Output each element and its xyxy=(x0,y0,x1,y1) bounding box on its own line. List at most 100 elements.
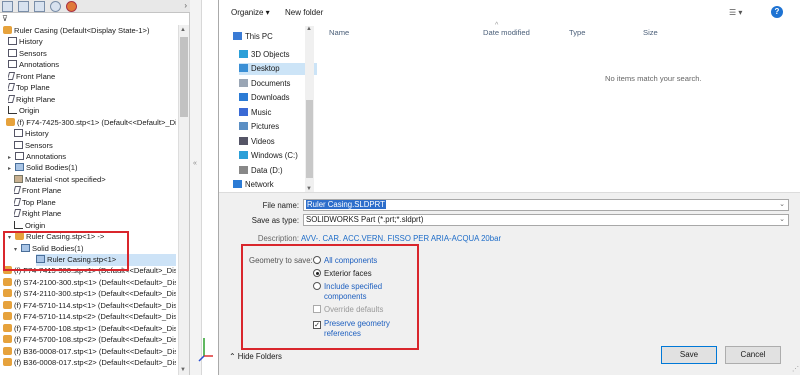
feature-tree-scrollbar[interactable]: ▲ ▼ xyxy=(178,25,189,375)
part-icon xyxy=(3,300,12,309)
resize-grip-icon[interactable]: ⋰ xyxy=(792,365,799,373)
tree-item-front-plane[interactable]: Front Plane xyxy=(8,71,176,83)
tree-item-sensors[interactable]: Sensors xyxy=(14,140,176,152)
tree-item-label: (f) F74-7425-300.stp<1> (Default<<Defaul… xyxy=(17,117,176,127)
organize-menu[interactable]: Organize ▾ xyxy=(231,8,270,17)
tree-item-label: History xyxy=(25,129,49,139)
feature-tree-tab-icon[interactable] xyxy=(2,1,13,12)
view-options-icon[interactable]: ☰ ▾ xyxy=(729,8,742,17)
tree-item-annotations[interactable]: ▸ Annotations xyxy=(8,151,176,163)
save-as-type-value: SOLIDWORKS Part (*.prt;*.sldprt) xyxy=(306,215,424,224)
dimxpert-tab-icon[interactable] xyxy=(50,1,61,12)
tree-item-history[interactable]: History xyxy=(8,36,176,48)
panel-splitter[interactable]: « xyxy=(190,0,202,375)
part-icon xyxy=(6,117,15,126)
ann-icon xyxy=(8,48,17,57)
save-as-type-select[interactable]: SOLIDWORKS Part (*.prt;*.sldprt) ⌄ xyxy=(303,214,789,226)
tree-item-annotations[interactable]: Annotations xyxy=(8,59,176,71)
music-icon xyxy=(239,107,248,116)
plane-icon xyxy=(14,209,22,218)
save-fields-area: File name: Ruler Casing.SLDPRT ⌄ Save as… xyxy=(219,192,800,375)
tree-item-label: Front Plane xyxy=(16,71,56,81)
column-header-type[interactable]: Type xyxy=(569,28,585,37)
tree-item-top-plane[interactable]: Top Plane xyxy=(8,82,176,94)
scroll-up-icon[interactable]: ▲ xyxy=(306,26,312,32)
collapse-arrow-icon[interactable]: ▸ xyxy=(8,164,15,174)
download-icon xyxy=(239,93,248,101)
nav-item-network[interactable]: Network xyxy=(233,179,311,191)
tree-item-component[interactable]: (f) B36-0008-017.stp<1> (Default<<Defaul… xyxy=(3,346,176,358)
column-header-size[interactable]: Size xyxy=(643,28,658,37)
tree-item-component[interactable]: (f) F74-7425-300.stp<1> (Default<<Defaul… xyxy=(6,117,176,129)
hide-folders-toggle[interactable]: ⌃ Hide Folders xyxy=(229,352,282,361)
tree-item-front-plane[interactable]: Front Plane xyxy=(14,185,176,197)
nav-item-label: Windows (C:) xyxy=(251,151,298,160)
navigation-scrollbar[interactable]: ▲ ▼ xyxy=(305,26,314,192)
collapse-arrow-icon[interactable]: « xyxy=(193,160,197,167)
cube-icon xyxy=(239,49,248,58)
tree-item-label: (f) S74-2100-300.stp<1> (Default<<Defaul… xyxy=(14,277,176,287)
scroll-down-icon[interactable]: ▼ xyxy=(180,367,186,373)
chevron-up-icon: ⌃ xyxy=(229,352,238,361)
tree-item-label: Top Plane xyxy=(16,83,50,93)
tree-item-component[interactable]: (f) S74-2110-300.stp<1> (Default<<Defaul… xyxy=(3,288,176,300)
chevron-down-icon[interactable]: ⌄ xyxy=(779,200,785,210)
cancel-button[interactable]: Cancel xyxy=(725,346,781,364)
drive-icon xyxy=(239,151,248,159)
ann-icon xyxy=(14,140,23,149)
tree-item-component[interactable]: (f) F74-5710-114.stp<2> (Default<<Defaul… xyxy=(3,311,176,323)
column-header-name[interactable]: Name xyxy=(329,28,349,37)
tree-item-history[interactable]: History xyxy=(14,128,176,140)
save-as-dialog: Organize ▾ New folder ☰ ▾ ? This PC 3D Ob… xyxy=(218,0,800,375)
configuration-manager-tab-icon[interactable] xyxy=(34,1,45,12)
tree-item-label: Right Plane xyxy=(16,94,56,104)
tree-item-label: (f) F74-5700-108.stp<1> (Default<<Defaul… xyxy=(14,323,176,333)
chevron-right-icon[interactable]: › xyxy=(184,1,187,10)
nav-item-label: Data (D:) xyxy=(251,165,283,175)
tree-item-component[interactable]: (f) F74-5700-108.stp<1> (Default<<Defaul… xyxy=(3,323,176,335)
tree-item-origin[interactable]: Origin xyxy=(14,220,176,232)
property-manager-tab-icon[interactable] xyxy=(18,1,29,12)
mat-icon xyxy=(14,174,23,183)
tree-item-solid-bodies[interactable]: ▸ Solid Bodies(1) xyxy=(8,162,176,174)
tree-item-component[interactable]: (f) S74-2100-300.stp<1> (Default<<Defaul… xyxy=(3,277,176,289)
tree-item-label: Material <not specified> xyxy=(25,174,106,184)
ann-icon xyxy=(8,60,17,69)
collapse-arrow-icon[interactable]: ▸ xyxy=(8,153,15,163)
tree-item-right-plane[interactable]: Right Plane xyxy=(14,208,176,220)
navigation-scroll-thumb[interactable] xyxy=(306,100,313,178)
tree-item-label: Sensors xyxy=(25,140,53,150)
filter-icon[interactable]: ⊽ xyxy=(2,14,8,23)
tree-item-label: (f) S74-2110-300.stp<1> (Default<<Defaul… xyxy=(14,289,176,299)
help-icon[interactable]: ? xyxy=(771,6,783,18)
tree-item-label: Annotations xyxy=(26,151,67,161)
tree-item-component[interactable]: (f) F74-5700-108.stp<2> (Default<<Defaul… xyxy=(3,334,176,346)
feature-tree-scroll-thumb[interactable] xyxy=(180,37,188,117)
display-manager-tab-icon[interactable] xyxy=(66,1,77,12)
tree-item-label: (f) F74-5710-114.stp<1> (Default<<Defaul… xyxy=(14,300,176,310)
tree-item-origin[interactable]: Origin xyxy=(8,105,176,117)
tree-item-right-plane[interactable]: Right Plane xyxy=(8,94,176,106)
tree-item-material[interactable]: Material <not specified> xyxy=(14,174,176,186)
nav-item-label: Downloads xyxy=(251,93,290,102)
new-folder-button[interactable]: New folder xyxy=(285,8,323,17)
nav-item-this-pc[interactable]: This PC xyxy=(233,31,311,43)
tree-item-label: Origin xyxy=(25,220,46,230)
tree-item-label: Front Plane xyxy=(22,186,62,196)
scroll-up-icon[interactable]: ▲ xyxy=(180,27,186,33)
origin-icon xyxy=(14,220,23,229)
file-name-input[interactable]: Ruler Casing.SLDPRT ⌄ xyxy=(303,199,789,211)
description-value[interactable]: AVV-. CAR. ACC.VERN. FISSO PER ARIA-ACQU… xyxy=(301,234,501,243)
tree-item-component[interactable]: (f) B36-0008-017.stp<2> (Default<<Defaul… xyxy=(3,357,176,369)
tree-item-label: Right Plane xyxy=(22,209,62,219)
tree-item-sensors[interactable]: Sensors xyxy=(8,48,176,60)
column-header-date-modified[interactable]: Date modified xyxy=(483,28,530,37)
tree-item-root[interactable]: Ruler Casing (Default<Display State-1>) xyxy=(3,25,176,37)
save-button[interactable]: Save xyxy=(661,346,717,364)
part-icon xyxy=(3,358,12,367)
drive-icon xyxy=(239,165,248,174)
tree-item-top-plane[interactable]: Top Plane xyxy=(14,197,176,209)
tree-item-component[interactable]: (f) F74-5710-114.stp<1> (Default<<Defaul… xyxy=(3,300,176,312)
part-icon xyxy=(3,346,12,355)
chevron-down-icon[interactable]: ⌄ xyxy=(779,215,785,225)
